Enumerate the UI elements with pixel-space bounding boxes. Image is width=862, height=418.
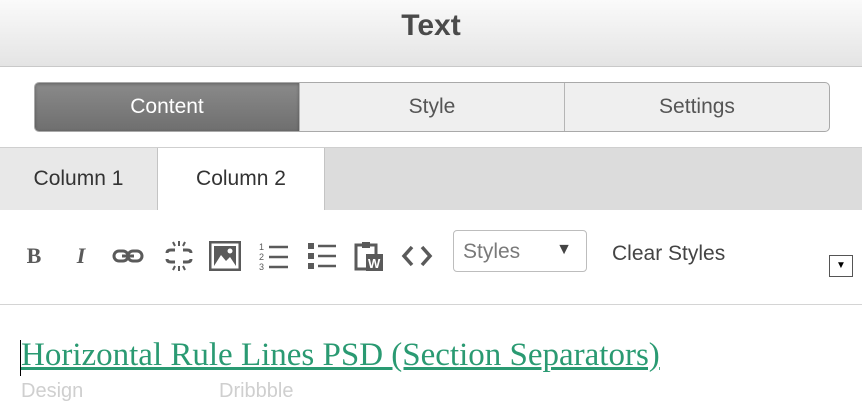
unlink-icon[interactable]: [163, 240, 195, 272]
toolbar-expand-button[interactable]: ▼: [829, 255, 853, 277]
tab-content[interactable]: Content: [35, 83, 300, 131]
chevron-down-icon: ▼: [556, 241, 572, 258]
editor-toolbar: B I 123 W Styles ▼ Clear Styles ▼: [0, 210, 862, 305]
italic-icon[interactable]: I: [65, 240, 97, 272]
paste-from-word-icon[interactable]: W: [353, 240, 385, 272]
svg-text:3: 3: [259, 262, 264, 272]
tab-settings[interactable]: Settings: [565, 83, 829, 131]
column-tabs: Column 1 Column 2: [0, 147, 862, 211]
tab-column-1[interactable]: Column 1: [0, 148, 158, 210]
link-icon[interactable]: [112, 240, 144, 272]
tab-style[interactable]: Style: [300, 83, 565, 131]
meta-category: Design: [21, 380, 84, 402]
svg-text:1: 1: [259, 242, 264, 252]
numbered-list-icon[interactable]: 123: [258, 240, 290, 272]
headline-link[interactable]: Horizontal Rule Lines PSD (Section Separ…: [21, 337, 660, 374]
source-code-icon[interactable]: [401, 240, 433, 272]
meta-source: Dribbble: [219, 380, 294, 402]
clear-styles-button[interactable]: Clear Styles: [612, 242, 725, 266]
svg-text:W: W: [368, 256, 381, 271]
title-bar: Text: [0, 0, 862, 67]
editor-content-area[interactable]: Horizontal Rule Lines PSD (Section Separ…: [0, 305, 862, 418]
bold-icon[interactable]: B: [18, 240, 50, 272]
section-segmented-control: Content Style Settings: [34, 82, 830, 132]
image-icon[interactable]: [209, 240, 241, 272]
styles-dropdown-value: Styles: [463, 240, 521, 263]
styles-dropdown[interactable]: Styles ▼: [453, 230, 587, 272]
window-title: Text: [401, 9, 461, 42]
tab-column-2[interactable]: Column 2: [158, 148, 325, 211]
svg-text:2: 2: [259, 252, 264, 262]
bulleted-list-icon[interactable]: [306, 240, 338, 272]
